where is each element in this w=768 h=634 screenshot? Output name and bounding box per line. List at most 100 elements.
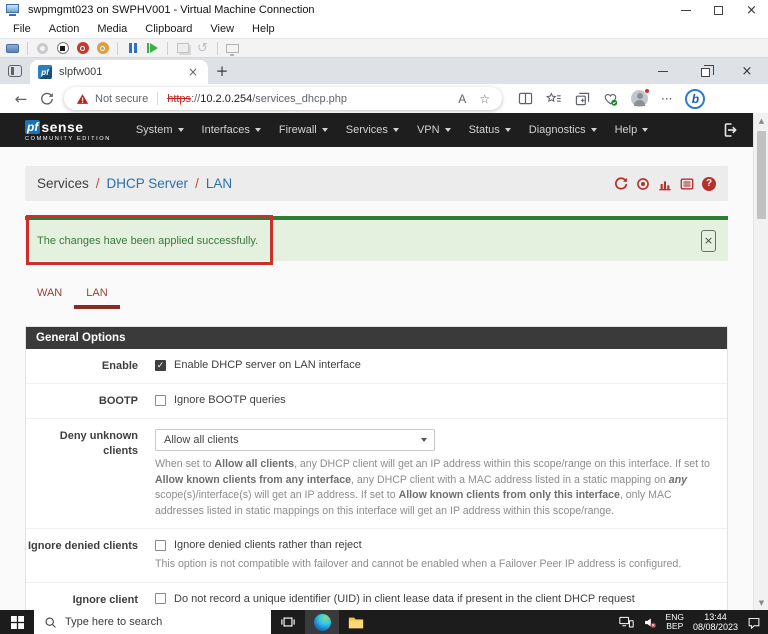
read-aloud-icon[interactable]: A — [458, 92, 466, 106]
menu-file[interactable]: File — [4, 23, 40, 35]
back-button[interactable]: ← — [8, 90, 34, 108]
vm-maximize-button[interactable] — [702, 0, 735, 20]
alert-close-button[interactable]: × — [701, 229, 716, 252]
url-path: /services_dhcp.php — [252, 92, 348, 105]
nav-diagnostics[interactable]: Diagnostics — [520, 124, 606, 136]
shutdown-icon[interactable] — [75, 41, 90, 56]
enable-dhcp-checkbox[interactable]: ✓ — [155, 359, 166, 371]
turn-off-icon[interactable] — [55, 41, 70, 56]
menu-help[interactable]: Help — [243, 23, 284, 35]
menu-media[interactable]: Media — [88, 23, 136, 35]
nav-interfaces[interactable]: Interfaces — [193, 124, 270, 136]
refresh-button[interactable] — [34, 92, 60, 106]
browser-tabbar: pf slpfw001 × + × — [0, 58, 768, 84]
nav-help[interactable]: Help — [606, 124, 658, 136]
address-field[interactable]: Not secure https://10.2.0.254/services_d… — [64, 87, 502, 110]
browser-tab[interactable]: pf slpfw001 × — [30, 60, 208, 84]
ignore-client-ids-checkbox[interactable] — [155, 593, 166, 604]
taskbar-date: 08/08/2023 — [692, 622, 738, 632]
vm-app-icon — [6, 4, 21, 16]
action-center-icon[interactable] — [747, 616, 761, 629]
log-list-icon[interactable] — [680, 177, 694, 191]
help-icon[interactable]: ? — [702, 176, 716, 191]
search-input[interactable] — [65, 616, 235, 628]
network-icon[interactable] — [618, 616, 634, 628]
search-icon — [45, 616, 56, 628]
vm-window: swpmgmt023 on SWPHV001 - Virtual Machine… — [0, 0, 768, 634]
nav-system[interactable]: System — [127, 124, 193, 136]
save-state-icon[interactable] — [95, 41, 110, 56]
taskbar-tray: ENG BEP 13:44 08/08/2023 — [618, 610, 768, 634]
pfsense-logo-pf: pf — [25, 119, 41, 134]
tab-close-icon[interactable]: × — [186, 65, 200, 79]
pause-icon[interactable] — [125, 41, 140, 56]
tab-actions-button[interactable] — [0, 58, 30, 84]
collections-icon[interactable] — [575, 92, 590, 106]
menu-action[interactable]: Action — [40, 23, 89, 35]
taskbar-clock[interactable]: 13:44 08/08/2023 — [693, 612, 738, 633]
split-screen-icon[interactable] — [518, 92, 533, 105]
pfsense-header: pf sense COMMUNITY EDITION System Interf… — [0, 113, 753, 147]
ignore-denied-checkbox[interactable] — [155, 539, 166, 551]
menu-view[interactable]: View — [201, 23, 243, 35]
taskbar-search[interactable] — [34, 610, 271, 634]
browser-restore-button[interactable] — [684, 58, 726, 84]
ignore-bootp-checkbox[interactable] — [155, 394, 166, 406]
overflow-menu-icon[interactable]: ··· — [661, 92, 672, 106]
volume-muted-icon[interactable] — [643, 616, 657, 629]
vm-close-button[interactable]: × — [735, 0, 768, 20]
panel-title: General Options — [26, 327, 727, 349]
pfsense-logo: pf sense COMMUNITY EDITION — [25, 119, 111, 142]
ignore-bootp-label: Ignore BOOTP queries — [174, 394, 286, 406]
browser-close-button[interactable]: × — [726, 58, 768, 84]
chevron-down-icon — [177, 128, 184, 132]
favorites-icon[interactable] — [546, 92, 562, 105]
resume-icon[interactable] — [145, 41, 160, 56]
start-button[interactable] — [0, 610, 34, 634]
url-host: 10.2.0.254 — [200, 92, 253, 105]
vm-menubar: File Action Media Clipboard View Help — [0, 20, 768, 38]
browser-minimize-button[interactable] — [642, 58, 684, 84]
nav-services[interactable]: Services — [337, 124, 408, 136]
scrollbar-thumb[interactable] — [757, 131, 766, 219]
refresh-icon — [41, 92, 53, 105]
task-view-button[interactable] — [271, 610, 305, 634]
language-indicator[interactable]: ENG BEP — [666, 612, 684, 632]
vm-minimize-button[interactable] — [669, 0, 702, 20]
browser-addressbar: ← Not secure https://10.2.0.254/services… — [0, 84, 768, 113]
scrollbar-down-arrow[interactable]: ▼ — [754, 595, 768, 610]
nav-status[interactable]: Status — [460, 124, 520, 136]
tab-lan[interactable]: LAN — [74, 281, 120, 309]
monitor-graph-icon[interactable] — [658, 177, 672, 191]
new-tab-button[interactable]: + — [208, 58, 236, 84]
profile-avatar[interactable] — [631, 88, 650, 107]
tab-wan[interactable]: WAN — [25, 281, 74, 309]
menu-clipboard[interactable]: Clipboard — [136, 23, 201, 35]
enhanced-session-icon[interactable] — [225, 41, 240, 56]
not-secure-label: Not secure — [95, 92, 149, 105]
revert-icon[interactable]: ↺ — [195, 41, 210, 56]
browser-essentials-icon[interactable] — [603, 92, 618, 106]
taskbar-edge-button[interactable] — [305, 610, 339, 634]
checkpoint-icon[interactable] — [175, 41, 190, 56]
breadcrumb-lan-link[interactable]: LAN — [206, 176, 232, 191]
breadcrumb-dhcp-server-link[interactable]: DHCP Server — [107, 176, 189, 191]
nav-firewall[interactable]: Firewall — [270, 124, 337, 136]
bing-chat-icon[interactable]: b — [685, 88, 706, 109]
ctrl-alt-del-icon[interactable] — [5, 41, 20, 56]
page-scrollbar[interactable]: ▲ ▼ — [753, 113, 768, 610]
deny-unknown-clients-select[interactable]: Allow all clients — [155, 429, 435, 451]
favorite-star-icon[interactable]: ☆ — [479, 92, 490, 106]
scrollbar-up-arrow[interactable]: ▲ — [754, 113, 768, 128]
deny-unknown-help-text: When set to Allow all clients, any DHCP … — [155, 458, 710, 517]
ignore-denied-label: Ignore denied clients rather than reject — [174, 539, 362, 551]
status-icon[interactable] — [636, 177, 650, 191]
start-vm-icon[interactable] — [35, 41, 50, 56]
form-row-ignore-client-ids: Ignore client identifiers Do not record … — [26, 581, 727, 610]
nav-vpn[interactable]: VPN — [408, 124, 460, 136]
file-explorer-icon — [348, 617, 364, 628]
taskbar-explorer-button[interactable] — [339, 610, 373, 634]
reload-icon[interactable] — [614, 176, 628, 191]
form-row-deny-unknown: Deny unknown clients Allow all clients W… — [26, 418, 727, 528]
logout-icon[interactable] — [721, 122, 737, 138]
